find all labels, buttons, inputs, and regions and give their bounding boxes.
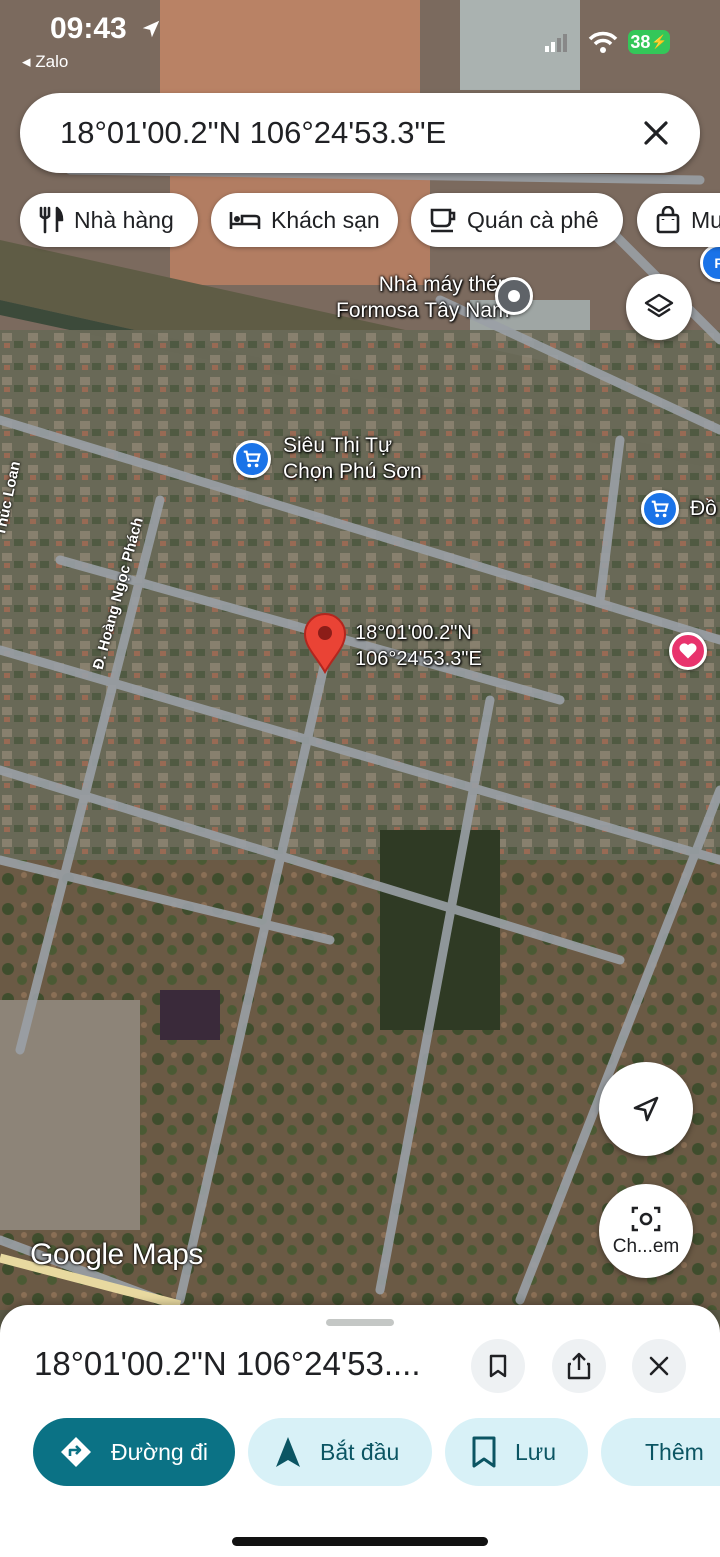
layers-icon xyxy=(644,293,674,318)
save-bookmark-button[interactable] xyxy=(471,1339,525,1393)
directions-label: Đường đi xyxy=(111,1438,208,1465)
save-label: Lưu xyxy=(515,1438,556,1465)
chip-restaurants[interactable]: Nhà hàng xyxy=(20,193,198,247)
share-icon xyxy=(567,1352,591,1380)
start-label: Bắt đầu xyxy=(320,1438,400,1465)
more-button[interactable]: Thêm xyxy=(601,1418,720,1486)
wifi-icon xyxy=(588,31,618,53)
chip-shopping[interactable]: Mu xyxy=(637,193,720,247)
layers-button[interactable] xyxy=(626,274,692,340)
camera-search-button[interactable]: Ch...em xyxy=(599,1184,693,1278)
dot-icon xyxy=(508,290,520,302)
lens-camera-icon xyxy=(631,1206,661,1232)
location-arrow-icon xyxy=(142,20,160,38)
close-icon xyxy=(649,1356,669,1376)
status-bar: 09:43 ◂ Zalo 38 ⚡ xyxy=(0,0,720,80)
chip-cafes[interactable]: Quán cà phê xyxy=(411,193,623,247)
factory-poi-marker[interactable] xyxy=(495,277,533,315)
coffee-icon xyxy=(430,208,456,233)
directions-button[interactable]: Đường đi xyxy=(33,1418,235,1486)
dropped-pin-icon[interactable] xyxy=(302,612,348,674)
home-indicator xyxy=(232,1537,488,1546)
google-maps-attribution: Google Maps xyxy=(30,1238,203,1271)
start-button[interactable]: Bắt đầu xyxy=(248,1418,432,1486)
pin-coordinate-label: 18°01'00.2"N 106°24'53.3"E xyxy=(355,622,482,670)
place-label-supermarket[interactable]: Siêu Thị Tự Chọn Phú Sơn xyxy=(283,433,422,485)
place-bottom-sheet[interactable]: 18°01'00.2"N 106°24'53.... Đường đi Bắt … xyxy=(0,1305,720,1557)
supermarket-poi-marker[interactable] xyxy=(233,440,271,478)
shopping-cart-icon xyxy=(243,450,261,468)
place-title: 18°01'00.2"N 106°24'53.... xyxy=(34,1345,421,1382)
battery-level: 38 xyxy=(630,31,651,52)
sheet-drag-handle[interactable] xyxy=(326,1319,394,1326)
edge-shop-poi-marker[interactable] xyxy=(641,490,679,528)
bookmark-icon xyxy=(489,1354,507,1378)
place-label-edge[interactable]: Đồ xyxy=(690,496,717,522)
chip-label: Khách sạn xyxy=(271,206,380,233)
shopping-cart-icon xyxy=(651,500,669,518)
my-location-button[interactable] xyxy=(599,1062,693,1156)
search-query[interactable]: 18°01'00.2"N 106°24'53.3"E xyxy=(60,115,446,151)
camera-search-label: Ch...em xyxy=(612,1236,680,1257)
shopping-bag-icon xyxy=(656,206,680,234)
status-time: 09:43 xyxy=(50,12,127,45)
charging-bolt-icon: ⚡ xyxy=(651,34,668,49)
more-label: Thêm xyxy=(645,1438,704,1465)
chip-label: Mu xyxy=(691,206,720,233)
share-button[interactable] xyxy=(552,1339,606,1393)
chip-label: Nhà hàng xyxy=(74,206,174,233)
chip-label: Quán cà phê xyxy=(467,206,599,233)
chip-hotels[interactable]: Khách sạn xyxy=(211,193,398,247)
fork-knife-icon xyxy=(39,206,64,234)
saved-place-marker[interactable] xyxy=(669,632,707,670)
navigation-arrow-icon xyxy=(276,1437,300,1467)
directions-icon xyxy=(61,1437,91,1467)
battery-indicator: 38 ⚡ xyxy=(628,30,670,54)
place-label-factory[interactable]: Nhà máy thép Formosa Tây Nam xyxy=(336,272,510,324)
search-bar[interactable]: 18°01'00.2"N 106°24'53.3"E xyxy=(20,93,700,173)
close-icon[interactable] xyxy=(634,111,678,155)
back-to-app-link[interactable]: ◂ Zalo xyxy=(22,52,68,72)
cellular-signal-icon xyxy=(545,34,567,52)
bookmark-icon xyxy=(472,1436,496,1468)
navigation-arrow-icon xyxy=(633,1096,659,1122)
heart-icon xyxy=(679,643,697,659)
bed-icon xyxy=(229,212,261,229)
close-sheet-button[interactable] xyxy=(632,1339,686,1393)
save-button[interactable]: Lưu xyxy=(445,1418,588,1486)
